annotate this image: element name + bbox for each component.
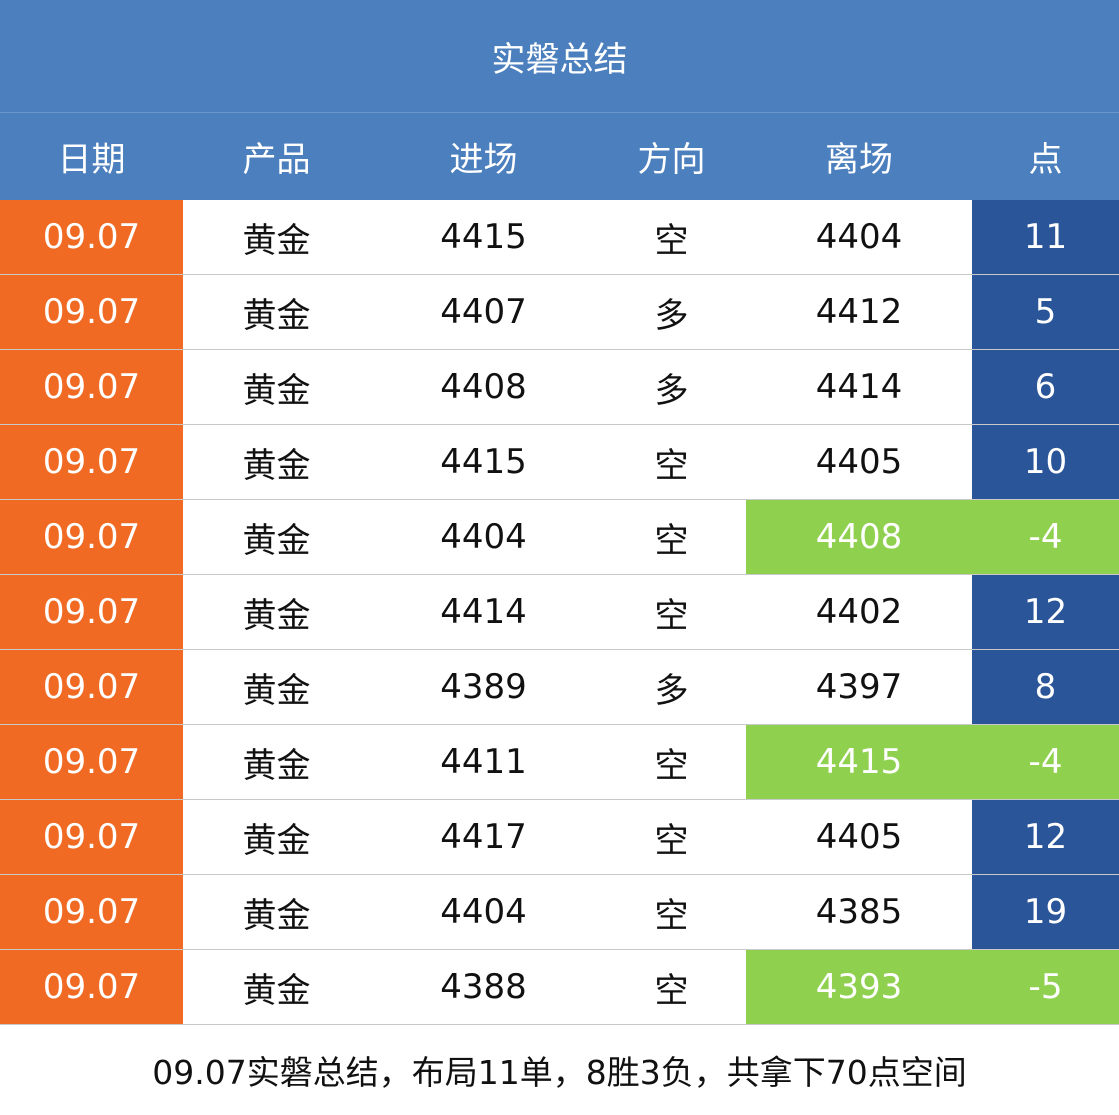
results-screen: 实磐总结 日期 产品 进场 方向 离场 点 09.07 黄金 4415 空 4404 11… [0,0,1119,1115]
cell-points: -4 [972,725,1119,799]
cell-exit: 4412 [815,292,903,332]
cell-entry: 4417 [440,817,527,857]
table-header: 日期 产品 进场 方向 离场 点 [0,113,1119,200]
table-row: 09.07 黄金 4404 空 4385 19 [0,875,1119,950]
table-row: 09.07 黄金 4407 多 4412 5 [0,275,1119,350]
cell-exit: 4402 [815,592,903,632]
cell-entry: 4404 [440,892,527,932]
summary-text: 09.07实磐总结，布局11单，8胜3负，共拿下70点空间 [152,1053,967,1092]
cell-direction: 空 [654,595,689,636]
table-row: 09.07 黄金 4414 空 4402 12 [0,575,1119,650]
cell-points: 12 [972,800,1119,874]
cell-date: 09.07 [0,725,183,799]
table-row: 09.07 黄金 4388 空 4393 -5 [0,950,1119,1025]
cell-product: 黄金 [242,445,311,486]
cell-direction: 空 [654,895,689,936]
cell-date: 09.07 [0,650,183,724]
cell-date: 09.07 [0,500,183,574]
cell-date: 09.07 [0,275,183,349]
header-exit: 离场 [825,140,893,180]
cell-direction: 空 [654,520,689,561]
cell-product: 黄金 [242,745,311,786]
cell-product: 黄金 [242,520,311,561]
cell-product: 黄金 [242,295,311,336]
cell-direction: 空 [654,745,689,786]
cell-product: 黄金 [242,970,311,1011]
header-direction: 方向 [637,140,706,180]
table-row: 09.07 黄金 4415 空 4404 11 [0,200,1119,275]
cell-entry: 4415 [440,442,527,482]
header-product: 产品 [242,140,311,180]
cell-exit: 4415 [746,725,972,799]
cell-direction: 空 [654,220,689,261]
cell-exit: 4405 [815,442,903,482]
cell-entry: 4407 [440,292,527,332]
header-date: 日期 [57,140,126,180]
trade-table-body: 09.07 黄金 4415 空 4404 11 09.07 黄金 4407 多 4412 5 09.07… [0,200,1119,1025]
cell-exit: 4397 [815,667,903,707]
cell-direction: 空 [654,970,689,1011]
cell-date: 09.07 [0,350,183,424]
cell-points: 12 [972,575,1119,649]
cell-points: 5 [972,275,1119,349]
table-row: 09.07 黄金 4417 空 4405 12 [0,800,1119,875]
cell-exit: 4405 [815,817,903,857]
header-entry: 进场 [449,140,518,180]
table-row: 09.07 黄金 4411 空 4415 -4 [0,725,1119,800]
cell-exit: 4385 [815,892,903,932]
cell-date: 09.07 [0,575,183,649]
cell-points: -4 [972,500,1119,574]
cell-entry: 4411 [440,742,527,782]
cell-entry: 4388 [440,967,527,1007]
cell-entry: 4389 [440,667,527,707]
cell-direction: 多 [654,670,689,711]
cell-date: 09.07 [0,950,183,1024]
cell-entry: 4404 [440,517,527,557]
cell-product: 黄金 [242,670,311,711]
cell-direction: 空 [654,820,689,861]
cell-date: 09.07 [0,425,183,499]
cell-exit: 4414 [815,367,903,407]
cell-points: 11 [972,200,1119,274]
cell-entry: 4414 [440,592,527,632]
cell-points: 8 [972,650,1119,724]
cell-date: 09.07 [0,875,183,949]
cell-exit: 4404 [815,217,903,257]
cell-date: 09.07 [0,800,183,874]
page-title: 实磐总结 [0,0,1119,113]
cell-exit: 4393 [746,950,972,1024]
cell-direction: 多 [654,295,689,336]
cell-product: 黄金 [242,595,311,636]
cell-points: -5 [972,950,1119,1024]
header-points: 点 [1028,140,1063,180]
cell-entry: 4415 [440,217,527,257]
cell-product: 黄金 [242,895,311,936]
table-row: 09.07 黄金 4408 多 4414 6 [0,350,1119,425]
cell-exit: 4408 [746,500,972,574]
cell-direction: 多 [654,370,689,411]
cell-product: 黄金 [242,370,311,411]
cell-product: 黄金 [242,820,311,861]
cell-date: 09.07 [0,200,183,274]
table-row: 09.07 黄金 4389 多 4397 8 [0,650,1119,725]
cell-entry: 4408 [440,367,527,407]
table-row: 09.07 黄金 4415 空 4405 10 [0,425,1119,500]
cell-product: 黄金 [242,220,311,261]
cell-points: 10 [972,425,1119,499]
table-row: 09.07 黄金 4404 空 4408 -4 [0,500,1119,575]
cell-direction: 空 [654,445,689,486]
cell-points: 6 [972,350,1119,424]
cell-points: 19 [972,875,1119,949]
